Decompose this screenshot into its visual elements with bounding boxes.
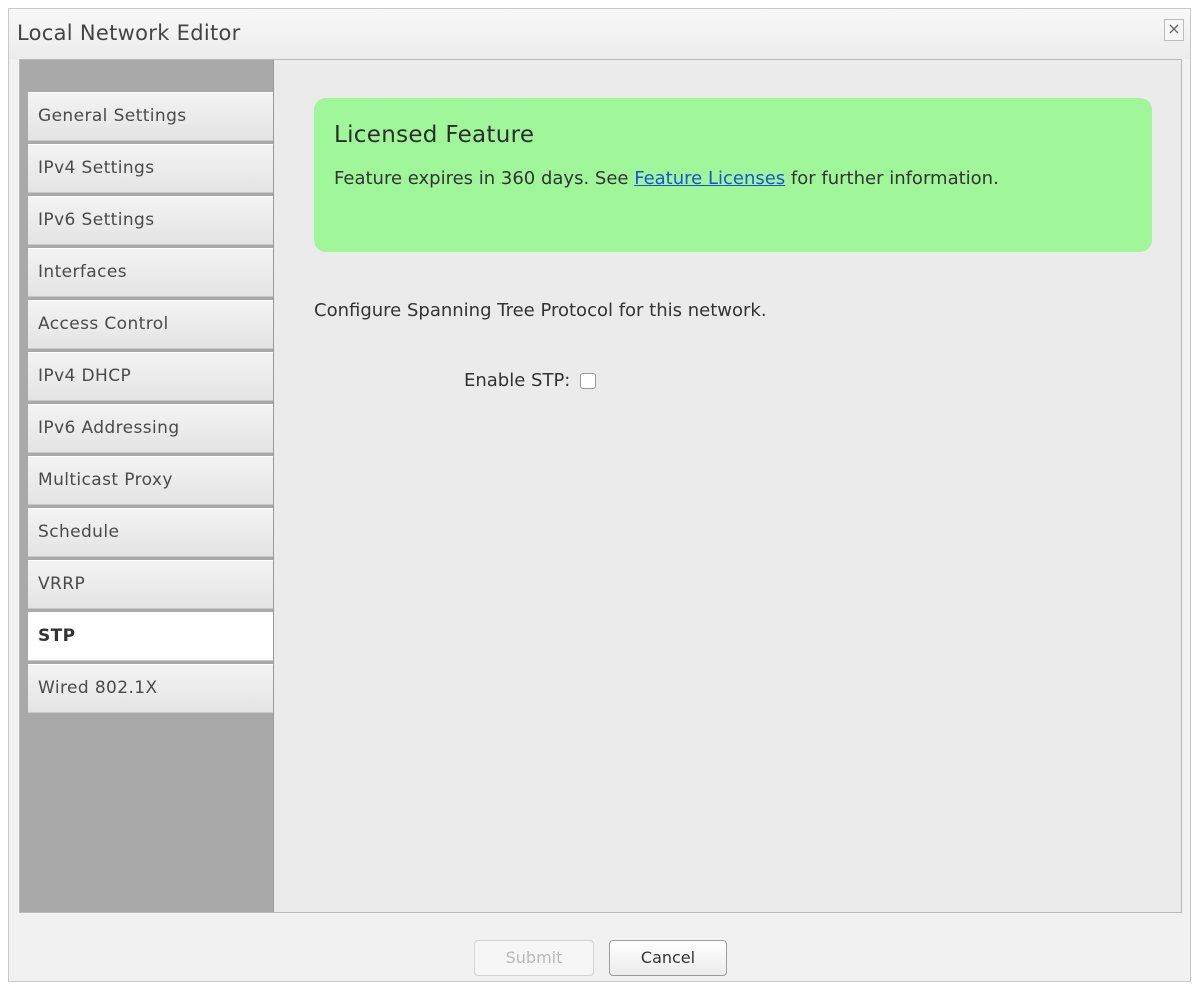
sidebar-item-ipv6-addressing[interactable]: IPv6 Addressing — [28, 404, 273, 453]
license-title: Licensed Feature — [334, 122, 535, 148]
enable-stp-label: Enable STP: — [464, 370, 571, 391]
sidebar-item-ipv4-dhcp[interactable]: IPv4 DHCP — [28, 352, 273, 401]
sidebar-item-ipv6-settings[interactable]: IPv6 Settings — [28, 196, 273, 245]
feature-licenses-link[interactable]: Feature Licenses — [634, 168, 785, 189]
sidebar-item-wired-8021x[interactable]: Wired 802.1X — [28, 664, 273, 713]
dialog-footer: Submit Cancel — [9, 913, 1190, 981]
sidebar-item-stp[interactable]: STP — [28, 612, 273, 661]
dialog-titlebar: Local Network Editor × — [9, 9, 1190, 59]
sidebar-item-general-settings[interactable]: General Settings — [28, 92, 273, 141]
sidebar-item-access-control[interactable]: Access Control — [28, 300, 273, 349]
sidebar-item-interfaces[interactable]: Interfaces — [28, 248, 273, 297]
dialog-title: Local Network Editor — [17, 21, 241, 45]
enable-stp-checkbox[interactable] — [580, 372, 597, 389]
dialog-body: General Settings IPv4 Settings IPv6 Sett… — [19, 59, 1182, 913]
submit-button[interactable]: Submit — [474, 940, 594, 976]
main-content: Licensed Feature Feature expires in 360 … — [274, 60, 1181, 912]
sidebar: General Settings IPv4 Settings IPv6 Sett… — [20, 60, 274, 912]
sidebar-item-multicast-proxy[interactable]: Multicast Proxy — [28, 456, 273, 505]
license-text-before: Feature expires in 360 days. See — [334, 168, 635, 189]
local-network-editor-dialog: Local Network Editor × General Settings … — [8, 8, 1191, 982]
enable-stp-row: Enable STP: — [464, 370, 597, 391]
sidebar-item-schedule[interactable]: Schedule — [28, 508, 273, 557]
sidebar-nav: General Settings IPv4 Settings IPv6 Sett… — [28, 92, 273, 716]
cancel-button[interactable]: Cancel — [609, 940, 727, 976]
license-message: Feature expires in 360 days. See Feature… — [334, 166, 1054, 192]
close-icon[interactable]: × — [1164, 19, 1184, 41]
sidebar-item-vrrp[interactable]: VRRP — [28, 560, 273, 609]
stp-description: Configure Spanning Tree Protocol for thi… — [314, 300, 767, 321]
sidebar-item-ipv4-settings[interactable]: IPv4 Settings — [28, 144, 273, 193]
license-text-after: for further information. — [785, 168, 999, 189]
licensed-feature-notice: Licensed Feature Feature expires in 360 … — [314, 98, 1152, 252]
